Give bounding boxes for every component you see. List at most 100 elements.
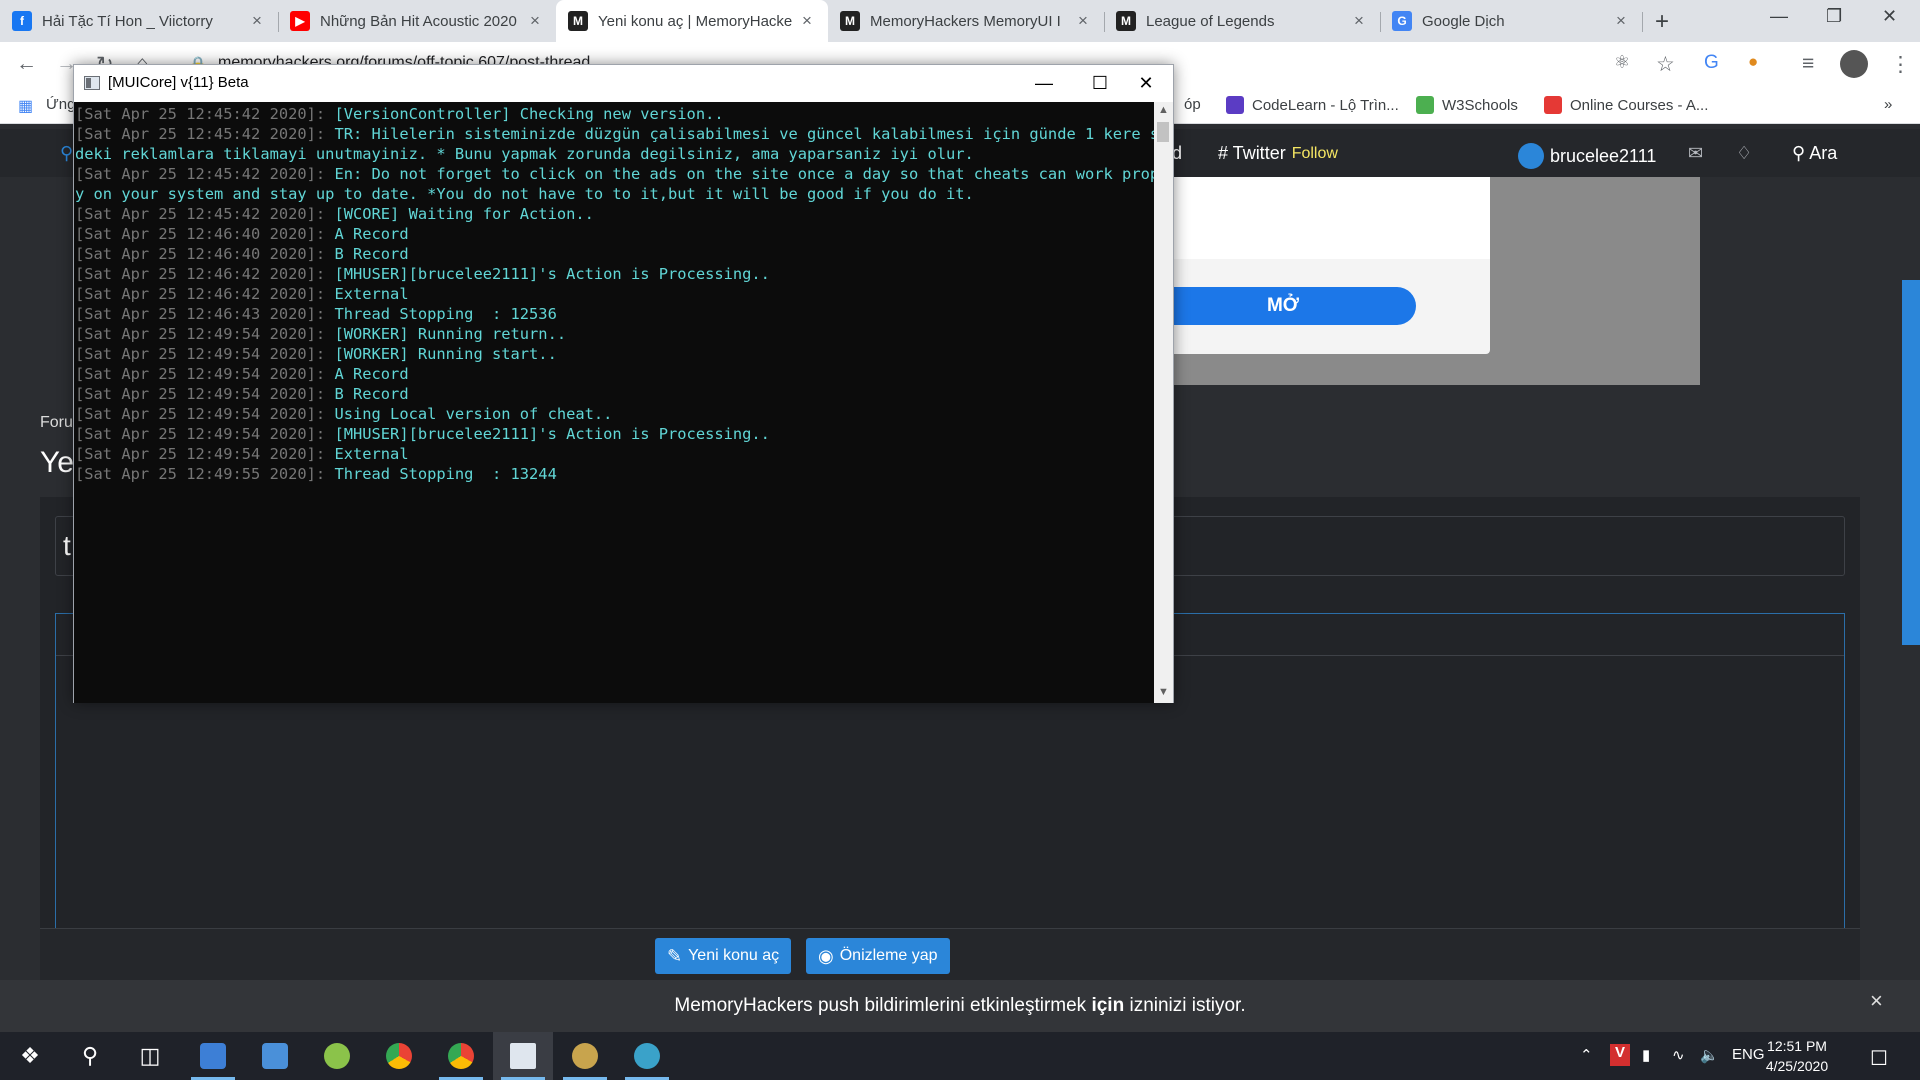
google-translate-extension-icon[interactable]: G	[1704, 52, 1719, 74]
browser-close-button[interactable]: ✕	[1882, 6, 1897, 27]
windows-taskbar: ❖ ⚲ ◫ ⌃ V ▮ ∿ 🔈 ENG 12:51 PM 4/25/2020 ☐	[0, 1032, 1920, 1080]
bookmark-star-icon[interactable]: ☆	[1656, 52, 1675, 77]
bookmark-item-partial[interactable]: óp	[1184, 96, 1201, 113]
translate-icon[interactable]: ⚛	[1614, 52, 1630, 73]
profile-avatar[interactable]	[1840, 50, 1868, 78]
breadcrumb[interactable]: Foru	[40, 414, 73, 432]
scroll-down-arrow-icon[interactable]: ▼	[1154, 686, 1173, 698]
chrome-icon	[448, 1043, 474, 1069]
tab-close-icon[interactable]: ×	[248, 11, 266, 31]
action-center-icon[interactable]: ☐	[1870, 1046, 1888, 1071]
browser-minimize-button[interactable]: —	[1770, 6, 1788, 27]
browser-tab[interactable]: ▶ Những Bản Hit Acoustic 2020 ×	[278, 0, 556, 42]
bookmark-label: óp	[1184, 96, 1201, 113]
push-bold-word: için	[1091, 995, 1125, 1016]
log-timestamp: [Sat Apr 25 12:46:42 2020]:	[75, 285, 335, 303]
taskbar-app-control-panel[interactable]	[245, 1032, 305, 1080]
show-hidden-icons-chevron-icon[interactable]: ⌃	[1580, 1046, 1593, 1064]
log-message: Using Local version of cheat..	[334, 405, 613, 423]
ad-open-button[interactable]: MỞ	[1150, 287, 1416, 325]
log-message: [MHUSER][brucelee2111]'s Action is Proce…	[334, 425, 770, 443]
browser-tab[interactable]: f Hải Tặc Tí Hon _ Viictorry ×	[0, 0, 278, 42]
tab-close-icon[interactable]: ×	[1612, 11, 1630, 31]
log-message: Thread Stopping : 13244	[334, 465, 557, 483]
console-scrollbar[interactable]: ▲ ▼	[1154, 102, 1173, 703]
inbox-icon[interactable]: ✉	[1688, 143, 1703, 164]
log-message: y on your system and stay up to date. *Y…	[75, 185, 974, 203]
console-scroll-thumb[interactable]	[1157, 122, 1169, 142]
console-log-line: [Sat Apr 25 12:49:55 2020]: Thread Stopp…	[75, 464, 1154, 484]
console-log-line: [Sat Apr 25 12:46:40 2020]: A Record	[75, 224, 1154, 244]
taskbar-app-chrome-active[interactable]	[431, 1032, 491, 1080]
cookie-extension-icon[interactable]: ●	[1748, 52, 1758, 72]
console-log-line: [Sat Apr 25 12:49:54 2020]: [WORKER] Run…	[75, 344, 1154, 364]
taskbar-app-league-client[interactable]	[555, 1032, 615, 1080]
bookmark-label: Online Courses - A...	[1570, 96, 1709, 114]
tab-close-icon[interactable]: ×	[798, 11, 816, 31]
taskbar-app-console[interactable]	[493, 1032, 553, 1080]
search-icon: ⚲	[1792, 143, 1806, 163]
browser-tab[interactable]: M Yeni konu aç | MemoryHackers ×	[556, 0, 828, 42]
twitter-follow-link[interactable]: # Twitter Follow	[1218, 143, 1338, 164]
back-icon[interactable]: ←	[16, 52, 37, 76]
console-titlebar[interactable]: [MUICore] v{11} Beta — ☐ ✕	[74, 65, 1173, 102]
browser-restore-button[interactable]: ❐	[1826, 6, 1842, 27]
create-thread-label: Yeni konu aç	[688, 947, 780, 964]
bookmark-item-codelearn[interactable]: CodeLearn - Lộ Trìn...	[1226, 96, 1399, 114]
create-thread-button[interactable]: ✎ Yeni konu aç	[655, 938, 792, 974]
console-log-line: [Sat Apr 25 12:45:42 2020]: [VersionCont…	[75, 104, 1154, 124]
volume-icon[interactable]: 🔈	[1700, 1046, 1719, 1064]
search-label: Ara	[1809, 143, 1838, 163]
clock-time: 12:51 PM	[1767, 1038, 1827, 1054]
league-of-legends-icon	[634, 1043, 660, 1069]
log-timestamp: [Sat Apr 25 12:46:43 2020]:	[75, 305, 335, 323]
tab-close-icon[interactable]: ×	[1074, 11, 1092, 31]
vegas-tray-icon[interactable]: V	[1610, 1044, 1630, 1066]
garena-icon	[324, 1043, 350, 1069]
taskbar-app-garena[interactable]	[307, 1032, 367, 1080]
bookmarks-overflow-icon[interactable]: »	[1884, 96, 1892, 113]
browser-tab[interactable]: M MemoryHackers MemoryUI I ×	[828, 0, 1104, 42]
windows-logo-icon: ❖	[20, 1043, 40, 1068]
browser-tab[interactable]: G Google Dịch ×	[1380, 0, 1642, 42]
site-nav-icon[interactable]: ⚲	[60, 143, 73, 164]
log-message: [VersionController] Checking new version…	[334, 105, 724, 123]
taskbar-app-this-pc[interactable]	[183, 1032, 243, 1080]
wifi-icon[interactable]: ∿	[1672, 1046, 1685, 1064]
tab-close-icon[interactable]: ×	[526, 11, 544, 31]
start-button[interactable]: ❖	[0, 1032, 60, 1080]
console-log-line: [Sat Apr 25 12:46:42 2020]: [MHUSER][bru…	[75, 264, 1154, 284]
bookmark-item-w3schools[interactable]: W3Schools	[1416, 96, 1518, 114]
bookmark-item-apps[interactable]: Ứng	[46, 96, 76, 113]
tab-close-icon[interactable]: ×	[1350, 11, 1368, 31]
site-search-button[interactable]: ⚲ Ara	[1792, 143, 1837, 164]
notifications-bell-icon[interactable]: ♢	[1736, 143, 1752, 164]
console-output[interactable]: [Sat Apr 25 12:45:42 2020]: [VersionCont…	[74, 102, 1154, 703]
page-scrollbar-thumb[interactable]	[1902, 280, 1920, 645]
battery-icon[interactable]: ▮	[1642, 1046, 1650, 1064]
console-minimize-button[interactable]: —	[1016, 69, 1072, 97]
new-tab-button[interactable]: +	[1655, 8, 1669, 36]
browser-menu-icon[interactable]: ⋮	[1890, 52, 1911, 77]
tab-title: Những Bản Hit Acoustic 2020	[320, 12, 517, 30]
taskbar-app-chrome[interactable]	[369, 1032, 429, 1080]
console-close-button[interactable]: ✕	[1118, 69, 1174, 97]
user-menu[interactable]: brucelee2111	[1518, 143, 1656, 169]
tab-title: MemoryHackers MemoryUI I	[870, 12, 1061, 30]
browser-tab[interactable]: M League of Legends ×	[1104, 0, 1380, 42]
preview-button[interactable]: ◉ Önizleme yap	[806, 938, 950, 974]
push-close-icon[interactable]: ×	[1870, 988, 1883, 1014]
scroll-up-arrow-icon[interactable]: ▲	[1154, 104, 1173, 116]
bookmark-item-online-courses[interactable]: Online Courses - A...	[1544, 96, 1708, 114]
bookmark-label: W3Schools	[1442, 96, 1518, 114]
console-log-line: [Sat Apr 25 12:49:54 2020]: [MHUSER][bru…	[75, 424, 1154, 444]
log-message: Thread Stopping : 12536	[334, 305, 557, 323]
console-log-line: [Sat Apr 25 12:45:42 2020]: TR: Hileleri…	[75, 124, 1154, 144]
taskbar-app-league-game[interactable]	[617, 1032, 677, 1080]
media-control-icon[interactable]: ≡	[1802, 52, 1814, 76]
apps-grid-icon[interactable]: ▦	[18, 96, 33, 116]
memoryhackers-icon: M	[1116, 11, 1136, 31]
taskbar-clock[interactable]: 12:51 PM 4/25/2020	[1752, 1036, 1842, 1076]
task-view-icon[interactable]: ◫	[120, 1032, 180, 1080]
search-icon[interactable]: ⚲	[60, 1032, 120, 1080]
